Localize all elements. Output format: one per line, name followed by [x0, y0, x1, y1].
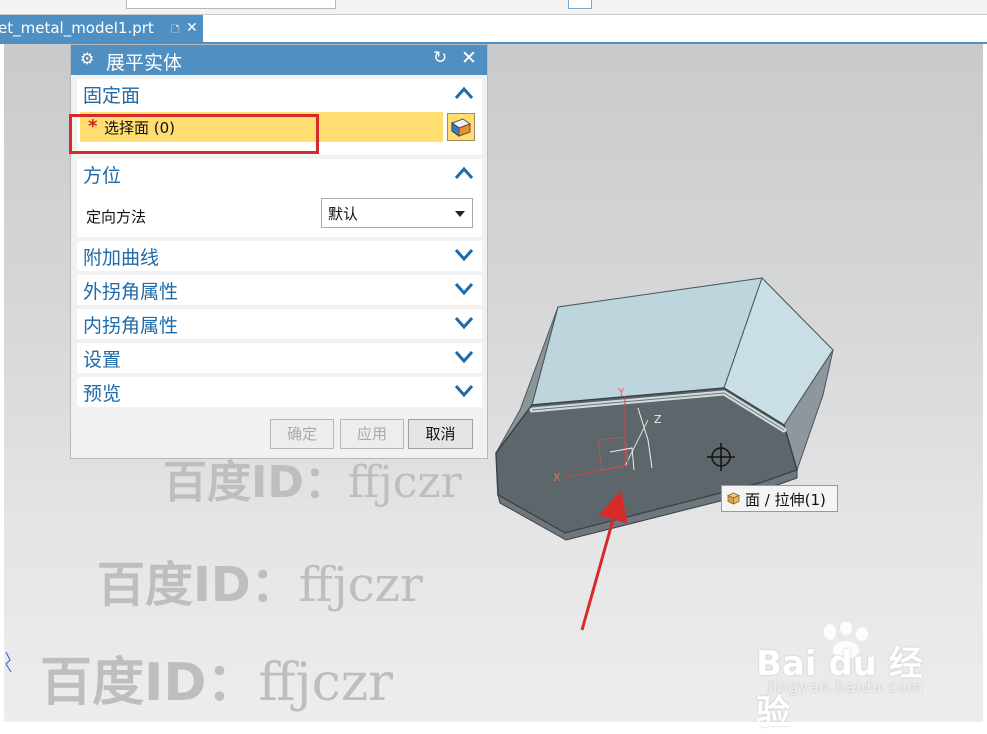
section-inner-corner[interactable]: 内拐角属性 [77, 309, 482, 339]
chevron-up-icon[interactable] [452, 83, 476, 103]
section-orientation-title: 方位 [83, 165, 122, 187]
chevron-up-icon[interactable] [452, 163, 476, 183]
section-settings-header[interactable]: 设置 [77, 343, 482, 375]
bottom-frame [0, 722, 987, 726]
ok-button[interactable]: 确定 [270, 419, 334, 449]
chevron-down-icon[interactable] [452, 381, 476, 401]
section-extra-curves[interactable]: 附加曲线 [77, 241, 482, 271]
dialog-title-bar[interactable]: ⚙ 展平实体 ↻ ✕ [71, 45, 487, 75]
viewport-mark [5, 651, 12, 673]
cancel-button[interactable]: 取消 [408, 419, 473, 449]
select-face-icon [450, 118, 472, 137]
section-fixed-face-title: 固定面 [83, 85, 141, 107]
face-cube-icon [727, 492, 740, 505]
section-orientation-header[interactable]: 方位 [77, 159, 482, 191]
unfold-solid-dialog: ⚙ 展平实体 ↻ ✕ 固定面 * 选择面 (0) 方位 定向方法 默认 附加曲线… [70, 44, 488, 459]
svg-text:Y: Y [617, 386, 625, 399]
section-fixed-face-header[interactable]: 固定面 [77, 79, 482, 111]
section-preview[interactable]: 预览 [77, 377, 482, 407]
dialog-close-icon[interactable]: ✕ [461, 47, 477, 69]
gear-icon[interactable]: ⚙ [80, 49, 94, 68]
tooltip-text: 面 / 拉伸(1) [745, 491, 826, 509]
orientation-method-label: 定向方法 [86, 208, 147, 226]
dropdown-arrow-icon [455, 211, 465, 217]
section-outer-corner-title: 外拐角属性 [83, 281, 179, 303]
reset-icon[interactable]: ↻ [433, 48, 447, 68]
face-tooltip: 面 / 拉伸(1) [721, 485, 838, 512]
orientation-method-value: 默认 [328, 205, 359, 223]
svg-text:Z: Z [654, 413, 662, 426]
select-face-button[interactable] [447, 113, 475, 141]
apply-button[interactable]: 应用 [340, 419, 404, 449]
section-inner-corner-title: 内拐角属性 [83, 315, 179, 337]
chevron-down-icon[interactable] [452, 313, 476, 333]
section-extra-curves-header[interactable]: 附加曲线 [77, 241, 482, 273]
chevron-down-icon[interactable] [452, 279, 476, 299]
section-settings-title: 设置 [83, 349, 122, 371]
dialog-button-row: 确定 应用 取消 [71, 415, 487, 455]
section-preview-header[interactable]: 预览 [77, 377, 482, 409]
section-settings[interactable]: 设置 [77, 343, 482, 373]
chevron-down-icon[interactable] [452, 245, 476, 265]
svg-text:X: X [553, 471, 561, 484]
section-inner-corner-header[interactable]: 内拐角属性 [77, 309, 482, 341]
annotation-highlight-box [69, 114, 319, 154]
section-outer-corner-header[interactable]: 外拐角属性 [77, 275, 482, 307]
section-outer-corner[interactable]: 外拐角属性 [77, 275, 482, 305]
orientation-method-dropdown[interactable]: 默认 [321, 198, 473, 228]
section-orientation: 方位 定向方法 默认 [77, 159, 482, 237]
section-extra-curves-title: 附加曲线 [83, 247, 160, 269]
section-preview-title: 预览 [83, 383, 122, 405]
chevron-down-icon[interactable] [452, 347, 476, 367]
dialog-title: 展平实体 [106, 52, 183, 74]
